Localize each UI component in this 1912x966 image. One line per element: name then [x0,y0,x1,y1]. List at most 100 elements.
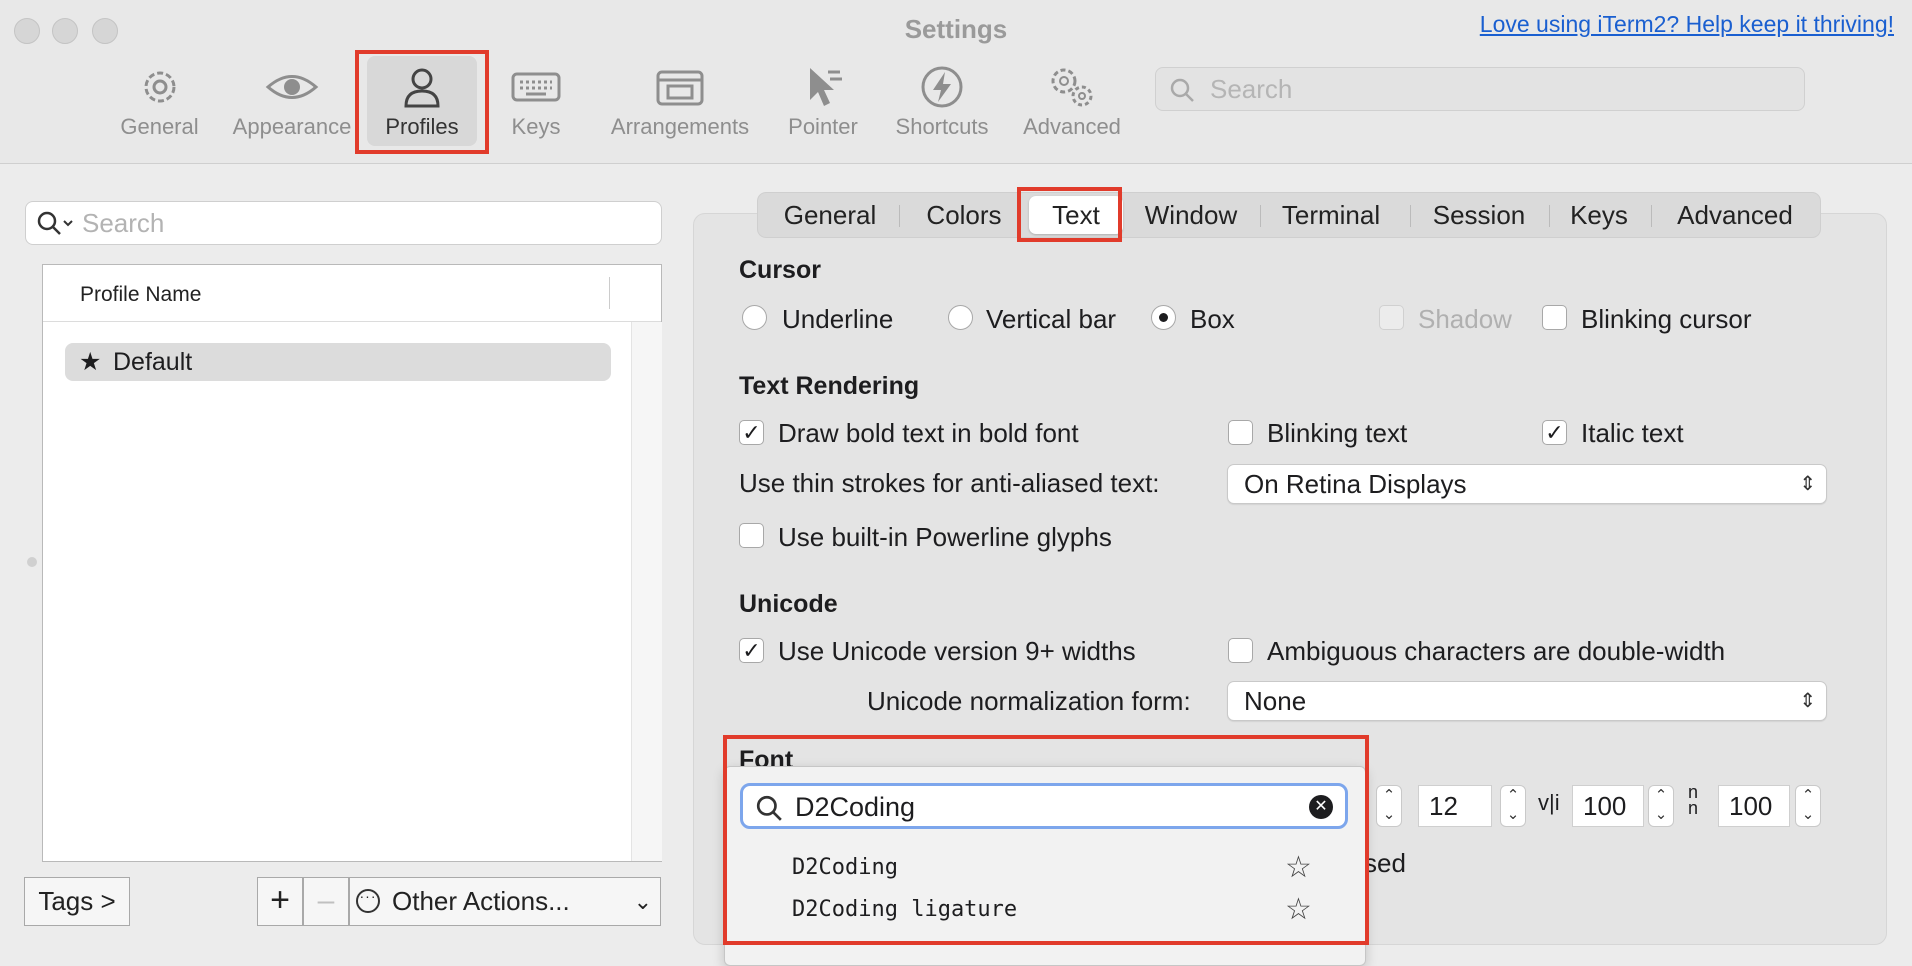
italic-text-checkbox[interactable]: ✓ [1542,420,1567,445]
toolbar-search-field[interactable] [1155,67,1805,111]
profile-list-header: Profile Name [43,265,661,322]
toolbar-appearance[interactable]: Appearance [226,56,358,146]
column-divider [609,277,610,309]
remove-profile-button[interactable]: – [303,877,349,926]
profile-name: Default [113,348,193,376]
horizontal-spacing-stepper[interactable]: ⌃ ⌄ [1648,785,1674,827]
cursor-heading: Cursor [739,256,821,284]
vertical-bar-label: Vertical bar [986,304,1117,334]
profile-search-field[interactable] [25,201,662,245]
profile-list-scrollbar[interactable] [631,322,662,861]
unicode-widths-checkbox[interactable]: ✓ [739,638,764,663]
toolbar-label: Keys [511,114,561,139]
profile-list[interactable]: Profile Name ★ Default [42,264,662,862]
tab-separator [1410,205,1411,227]
ambiguous-width-checkbox[interactable] [1228,638,1253,663]
toolbar-label: Appearance [232,114,352,139]
italic-text-label: Italic text [1581,418,1684,448]
gears-icon [1051,68,1093,107]
toolbar-search-input[interactable] [1208,72,1792,106]
bolt-icon [921,66,963,108]
horizontal-spacing-field[interactable]: 100 [1572,785,1644,827]
tab-general[interactable]: General [766,193,894,237]
search-icon [756,795,782,821]
gear-icon [144,71,175,103]
normalization-popup[interactable]: None ⇕ [1227,681,1827,721]
text-rendering-heading: Text Rendering [739,372,920,400]
blinking-text-checkbox[interactable] [1228,420,1253,445]
toolbar-shortcuts[interactable]: Shortcuts [886,56,998,146]
up-down-arrows-icon: ⇕ [1799,473,1816,495]
search-icon [1170,78,1194,102]
tab-colors[interactable]: Colors [904,193,1024,237]
unicode-heading: Unicode [739,590,838,618]
eye-icon [265,75,319,99]
split-view-handle[interactable] [27,557,37,567]
toolbar-advanced[interactable]: Advanced [1014,56,1130,146]
tab-separator [1549,205,1550,227]
keyboard-icon [511,72,561,102]
bold-font-label: Draw bold text in bold font [778,418,1079,448]
font-result-d2coding-ligature[interactable]: D2Coding ligature [792,897,1017,922]
add-profile-button[interactable]: + [257,877,303,926]
font-family-stepper[interactable]: ⌃ ⌄ [1376,785,1402,827]
toolbar-keys[interactable]: Keys [500,56,572,146]
clear-search-icon[interactable]: ✕ [1309,795,1333,819]
profile-search-input[interactable] [80,206,644,240]
blinking-cursor-checkbox[interactable] [1542,305,1567,330]
box-radio[interactable] [1151,305,1176,330]
toolbar-arrangements[interactable]: Arrangements [600,56,760,146]
powerline-checkbox[interactable] [739,523,764,548]
tab-text[interactable]: Text [1029,196,1123,234]
vertical-spacing-icon: nn [1688,782,1699,818]
other-actions-label: Other Actions... [392,886,570,916]
toolbar-general[interactable]: General [112,56,207,146]
unicode-widths-label: Use Unicode version 9+ widths [778,636,1136,666]
box-label: Box [1190,304,1235,334]
profile-name-column-header[interactable]: Profile Name [80,283,201,307]
thin-strokes-popup[interactable]: On Retina Displays ⇕ [1227,464,1827,504]
tab-terminal[interactable]: Terminal [1266,193,1396,237]
toolbar-profiles[interactable]: Profiles [367,56,477,146]
favorite-star-icon[interactable]: ☆ [1285,850,1312,885]
toolbar-pointer[interactable]: Pointer [780,56,866,146]
profile-row-default[interactable]: ★ Default [65,343,611,381]
tags-button[interactable]: Tags > [24,877,130,926]
shadow-checkbox[interactable] [1379,305,1404,330]
toolbar-label: Shortcuts [895,114,989,139]
tab-keys[interactable]: Keys [1554,193,1644,237]
pointer-icon [810,68,842,106]
font-size-stepper[interactable]: ⌃ ⌄ [1500,785,1526,827]
vertical-spacing-field[interactable]: 100 [1718,785,1790,827]
font-option-label-partial: sed [1364,848,1406,878]
up-down-arrows-icon: ⇕ [1799,690,1816,712]
font-search-field[interactable]: ✕ [740,783,1348,829]
favorite-star-icon[interactable]: ☆ [1285,892,1312,927]
shadow-label: Shadow [1418,304,1512,334]
ambiguous-width-label: Ambiguous characters are double-width [1267,636,1726,666]
font-size-field[interactable]: 12 [1418,785,1492,827]
profile-tab-bar: General Colors Text Window Terminal Sess… [757,192,1821,238]
thin-strokes-value: On Retina Displays [1244,469,1467,499]
normalization-value: None [1244,686,1307,716]
underline-radio[interactable] [742,305,767,330]
search-menu-icon [37,211,73,235]
tab-window[interactable]: Window [1130,193,1252,237]
toolbar-label: Advanced [1023,114,1121,139]
tab-session[interactable]: Session [1414,193,1544,237]
vertical-bar-radio[interactable] [948,305,973,330]
person-icon [404,68,440,108]
blinking-cursor-label: Blinking cursor [1581,304,1752,334]
tab-advanced[interactable]: Advanced [1656,193,1814,237]
bold-font-checkbox[interactable]: ✓ [739,420,764,445]
font-result-d2coding[interactable]: D2Coding [792,855,898,880]
other-actions-button[interactable]: ··· Other Actions... ⌄ [349,877,661,926]
font-search-input[interactable] [793,789,1297,825]
underline-label: Underline [782,304,894,334]
vertical-spacing-stepper[interactable]: ⌃ ⌄ [1795,785,1821,827]
chevron-down-icon: ⌄ [633,889,652,914]
toolbar-label: Profiles [385,114,459,139]
thin-strokes-label: Use thin strokes for anti-aliased text: [739,468,1160,498]
donate-link[interactable]: Love using iTerm2? Help keep it thriving… [1480,11,1894,38]
ellipsis-circle-icon: ··· [356,889,380,913]
